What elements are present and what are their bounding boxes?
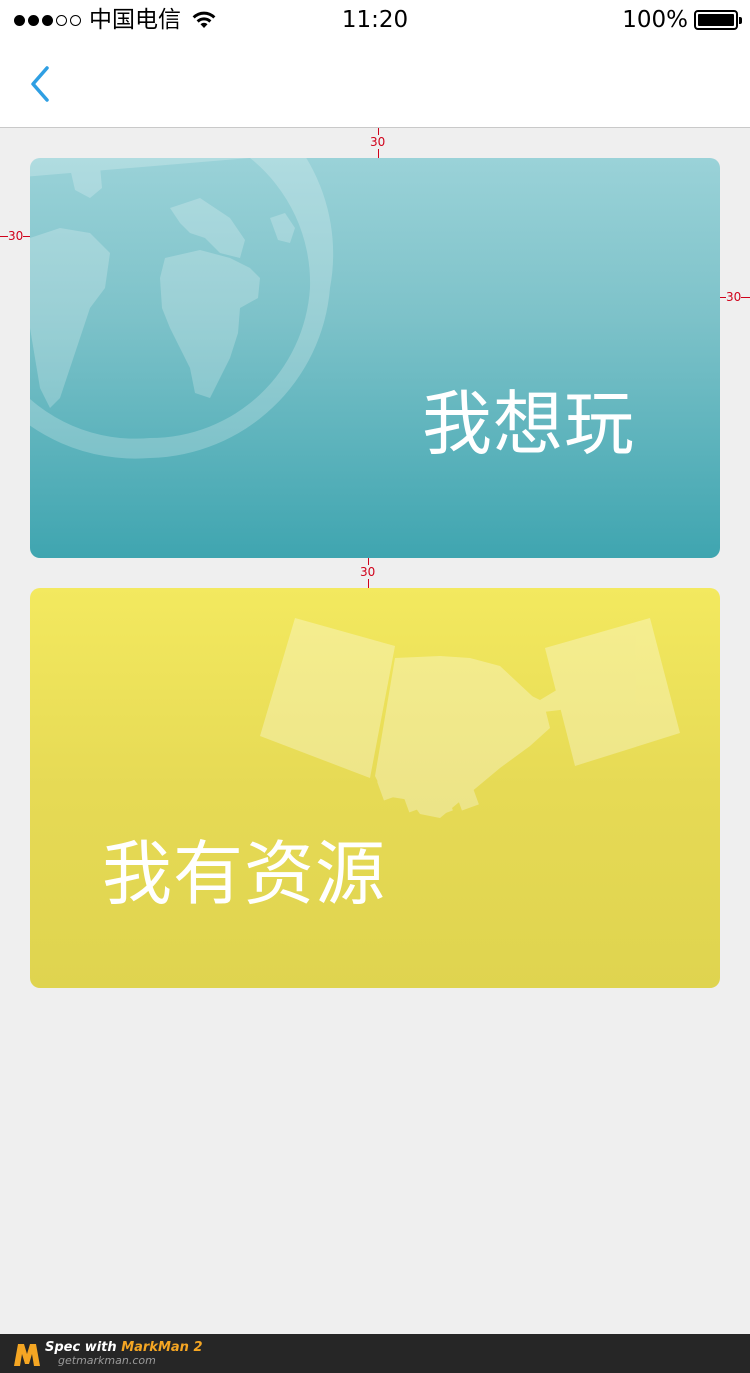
watermark-line2: getmarkman.com xyxy=(58,1354,156,1367)
navigation-bar xyxy=(0,40,750,128)
card-have-resources[interactable]: 我有资源 xyxy=(30,588,720,988)
globe-icon xyxy=(30,158,334,459)
spec-gap-between: 30 xyxy=(360,565,376,579)
battery-icon xyxy=(694,10,742,30)
watermark-line1: Spec with MarkMan 2 xyxy=(45,1340,203,1355)
spec-margin-right: 30 xyxy=(726,290,742,304)
back-button[interactable] xyxy=(18,58,62,110)
card-want-to-play[interactable]: 我想玩 xyxy=(30,158,720,558)
battery-percentage: 100% xyxy=(622,7,688,33)
spec-margin-left: 30 xyxy=(8,229,24,243)
card-want-to-play-label: 我想玩 xyxy=(422,383,635,465)
markman-logo-icon xyxy=(14,1344,40,1366)
status-right: 100% xyxy=(622,6,742,34)
chevron-left-icon xyxy=(31,66,49,102)
spec-gap-top: 30 xyxy=(370,135,386,149)
status-bar: 中国电信 11:20 100% xyxy=(0,0,750,40)
markman-watermark: Spec with MarkMan 2 getmarkman.com xyxy=(0,1334,750,1373)
card-have-resources-label: 我有资源 xyxy=(102,833,386,915)
handshake-icon xyxy=(260,618,680,818)
